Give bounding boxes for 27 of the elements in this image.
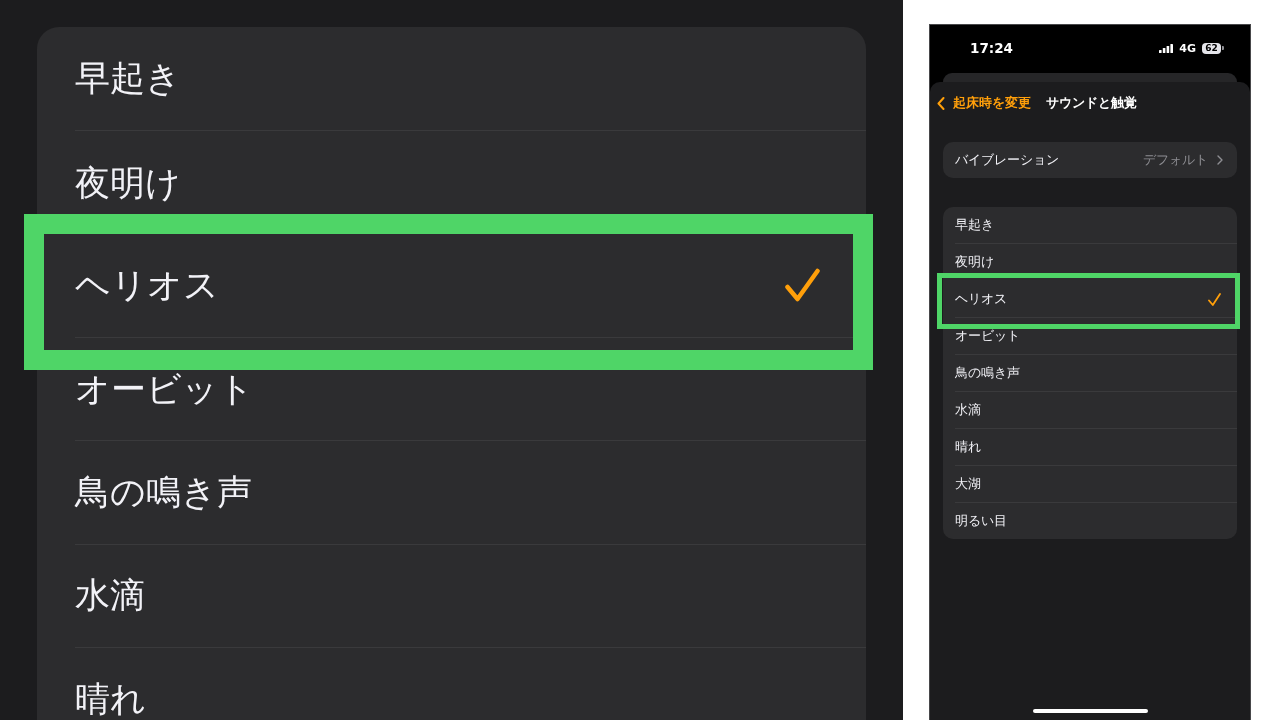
sound-option[interactable]: 水滴 xyxy=(943,392,1237,428)
network-type: 4G xyxy=(1179,41,1196,55)
sound-option[interactable]: 水滴 xyxy=(37,544,866,647)
sound-option[interactable]: 鳥の鳴き声 xyxy=(37,441,866,544)
sound-option[interactable]: 夜明け xyxy=(943,244,1237,273)
signal-icon xyxy=(1159,43,1174,53)
sound-option[interactable]: 早起き xyxy=(943,207,1237,243)
sound-option[interactable]: ヘリオス xyxy=(942,281,1235,317)
sound-option[interactable]: オービット xyxy=(37,370,866,440)
chevron-left-icon xyxy=(937,97,945,110)
sound-option[interactable]: 早起き xyxy=(37,27,866,130)
chevron-right-icon xyxy=(1217,155,1223,165)
sound-option[interactable]: 晴れ xyxy=(943,429,1237,465)
setting-label: バイブレーション xyxy=(955,151,1059,169)
sound-option[interactable]: オービット xyxy=(943,329,1237,354)
sound-option[interactable]: ヘリオス xyxy=(44,234,853,337)
sound-option[interactable]: 明るい目 xyxy=(943,503,1237,539)
sound-option[interactable]: 大湖 xyxy=(943,466,1237,502)
nav-title: サウンドと触覚 xyxy=(1046,95,1137,112)
sound-option[interactable]: 晴れ xyxy=(37,648,866,720)
battery-indicator: 62 xyxy=(1202,42,1224,54)
setting-value: デフォルト xyxy=(1143,151,1208,169)
vibration-row[interactable]: バイブレーション デフォルト xyxy=(943,142,1237,178)
back-button[interactable]: 起床時を変更 xyxy=(937,95,1031,112)
sound-option[interactable]: 鳥の鳴き声 xyxy=(943,355,1237,391)
status-time: 17:24 xyxy=(970,40,1013,56)
sound-option[interactable]: 夜明け xyxy=(37,130,866,214)
